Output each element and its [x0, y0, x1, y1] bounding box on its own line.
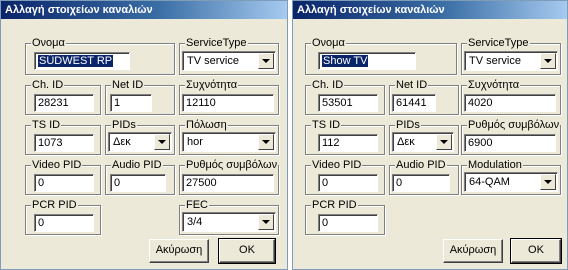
- symbol-rate-group: Ρυθμός συμβόλων 6900: [461, 119, 561, 155]
- ch-id-group: Ch. ID 28231: [25, 79, 101, 115]
- pids-group: PIDs Δεκ: [389, 119, 459, 155]
- service-type-label: ServiceType: [185, 37, 248, 49]
- net-id-field[interactable]: 61441: [392, 94, 436, 112]
- pids-group: PIDs Δεκ: [105, 119, 175, 155]
- audio-pid-group: Audio PID 0: [105, 159, 175, 195]
- modulation-group: Modulation 64-QAM: [461, 159, 561, 195]
- pcr-pid-label: PCR PID: [31, 199, 78, 211]
- polarization-select[interactable]: hor: [182, 132, 276, 152]
- ch-id-label: Ch. ID: [31, 79, 65, 91]
- ch-id-label: Ch. ID: [311, 79, 345, 91]
- ch-id-field[interactable]: 28231: [34, 94, 94, 112]
- net-id-group: Net ID 61441: [389, 79, 459, 115]
- fec-label: FEC: [185, 199, 209, 211]
- service-type-select[interactable]: TV service: [464, 51, 558, 71]
- name-group: Ονομα Show TV: [305, 37, 457, 75]
- pcr-pid-group: PCR PID 0: [25, 199, 101, 235]
- net-id-field[interactable]: 1: [110, 94, 152, 112]
- video-pid-field[interactable]: 0: [34, 174, 94, 192]
- audio-pid-label: Audio PID: [111, 159, 163, 171]
- symbol-rate-label: Ρυθμός συμβόλων: [467, 119, 561, 131]
- modulation-select[interactable]: 64-QAM: [464, 172, 558, 192]
- pids-select[interactable]: Δεκ: [108, 132, 172, 152]
- ok-button[interactable]: OK: [510, 238, 562, 264]
- pcr-pid-field[interactable]: 0: [318, 214, 378, 232]
- fec-select[interactable]: 3/4: [182, 212, 276, 232]
- ok-button[interactable]: OK: [218, 238, 276, 264]
- audio-pid-label: Audio PID: [395, 159, 447, 171]
- chevron-down-icon[interactable]: [540, 53, 556, 69]
- ts-id-label: TS ID: [31, 119, 62, 131]
- channel-edit-dialog-right: Αλλαγή στοιχείων καναλιών Ονομα Show TV …: [292, 0, 568, 270]
- net-id-group: Net ID 1: [105, 79, 175, 115]
- name-label: Ονομα: [311, 37, 346, 49]
- symbol-rate-field[interactable]: 6900: [464, 134, 556, 152]
- audio-pid-group: Audio PID 0: [389, 159, 459, 195]
- pcr-pid-group: PCR PID 0: [305, 199, 385, 235]
- service-type-group: ServiceType TV service: [179, 37, 279, 75]
- symbol-rate-field[interactable]: 27500: [182, 174, 274, 192]
- video-pid-label: Video PID: [311, 159, 363, 171]
- ch-id-group: Ch. ID 53501: [305, 79, 385, 115]
- name-field[interactable]: SÜDWEST RP: [34, 52, 130, 70]
- frequency-label: Συχνότητα: [467, 79, 521, 91]
- chevron-down-icon[interactable]: [258, 53, 274, 69]
- fec-group: FEC 3/4: [179, 199, 279, 235]
- chevron-down-icon[interactable]: [154, 134, 170, 150]
- chevron-down-icon[interactable]: [436, 134, 452, 150]
- ts-id-label: TS ID: [311, 119, 342, 131]
- cancel-button[interactable]: Ακύρωση: [443, 239, 503, 263]
- ch-id-field[interactable]: 53501: [318, 94, 378, 112]
- audio-pid-field[interactable]: 0: [110, 174, 166, 192]
- name-field[interactable]: Show TV: [318, 52, 416, 70]
- pids-label: PIDs: [395, 119, 421, 131]
- pids-label: PIDs: [111, 119, 137, 131]
- video-pid-group: Video PID 0: [305, 159, 385, 195]
- ts-id-field[interactable]: 112: [318, 134, 378, 152]
- frequency-group: Συχνότητα 4020: [461, 79, 561, 115]
- service-type-select[interactable]: TV service: [182, 51, 276, 71]
- frequency-label: Συχνότητα: [185, 79, 239, 91]
- polarization-label: Πόλωση: [185, 119, 228, 131]
- audio-pid-field[interactable]: 0: [392, 174, 450, 192]
- chevron-down-icon[interactable]: [540, 174, 556, 190]
- name-group: Ονομα SÜDWEST RP: [25, 37, 175, 75]
- modulation-label: Modulation: [467, 159, 523, 171]
- dialog-title: Αλλαγή στοιχείων καναλιών: [1, 1, 287, 19]
- service-type-group: ServiceType TV service: [461, 37, 561, 75]
- video-pid-label: Video PID: [31, 159, 83, 171]
- chevron-down-icon[interactable]: [258, 214, 274, 230]
- pcr-pid-field[interactable]: 0: [34, 214, 94, 232]
- symbol-rate-label: Ρυθμός συμβόλων: [185, 159, 279, 171]
- frequency-field[interactable]: 12110: [182, 94, 274, 112]
- frequency-field[interactable]: 4020: [464, 94, 556, 112]
- video-pid-group: Video PID 0: [25, 159, 101, 195]
- video-pid-field[interactable]: 0: [318, 174, 378, 192]
- pids-select[interactable]: Δεκ: [392, 132, 454, 152]
- frequency-group: Συχνότητα 12110: [179, 79, 279, 115]
- ts-id-field[interactable]: 1073: [34, 134, 94, 152]
- channel-edit-dialog-left: Αλλαγή στοιχείων καναλιών Ονομα SÜDWEST …: [0, 0, 288, 270]
- pcr-pid-label: PCR PID: [311, 199, 358, 211]
- polarization-group: Πόλωση hor: [179, 119, 279, 155]
- dialog-title: Αλλαγή στοιχείων καναλιών: [293, 1, 567, 19]
- cancel-button[interactable]: Ακύρωση: [149, 239, 209, 263]
- symbol-rate-group: Ρυθμός συμβόλων 27500: [179, 159, 279, 195]
- ts-id-group: TS ID 1073: [25, 119, 101, 155]
- net-id-label: Net ID: [395, 79, 429, 91]
- ts-id-group: TS ID 112: [305, 119, 385, 155]
- net-id-label: Net ID: [111, 79, 145, 91]
- chevron-down-icon[interactable]: [258, 134, 274, 150]
- service-type-label: ServiceType: [467, 37, 530, 49]
- name-label: Ονομα: [31, 37, 66, 49]
